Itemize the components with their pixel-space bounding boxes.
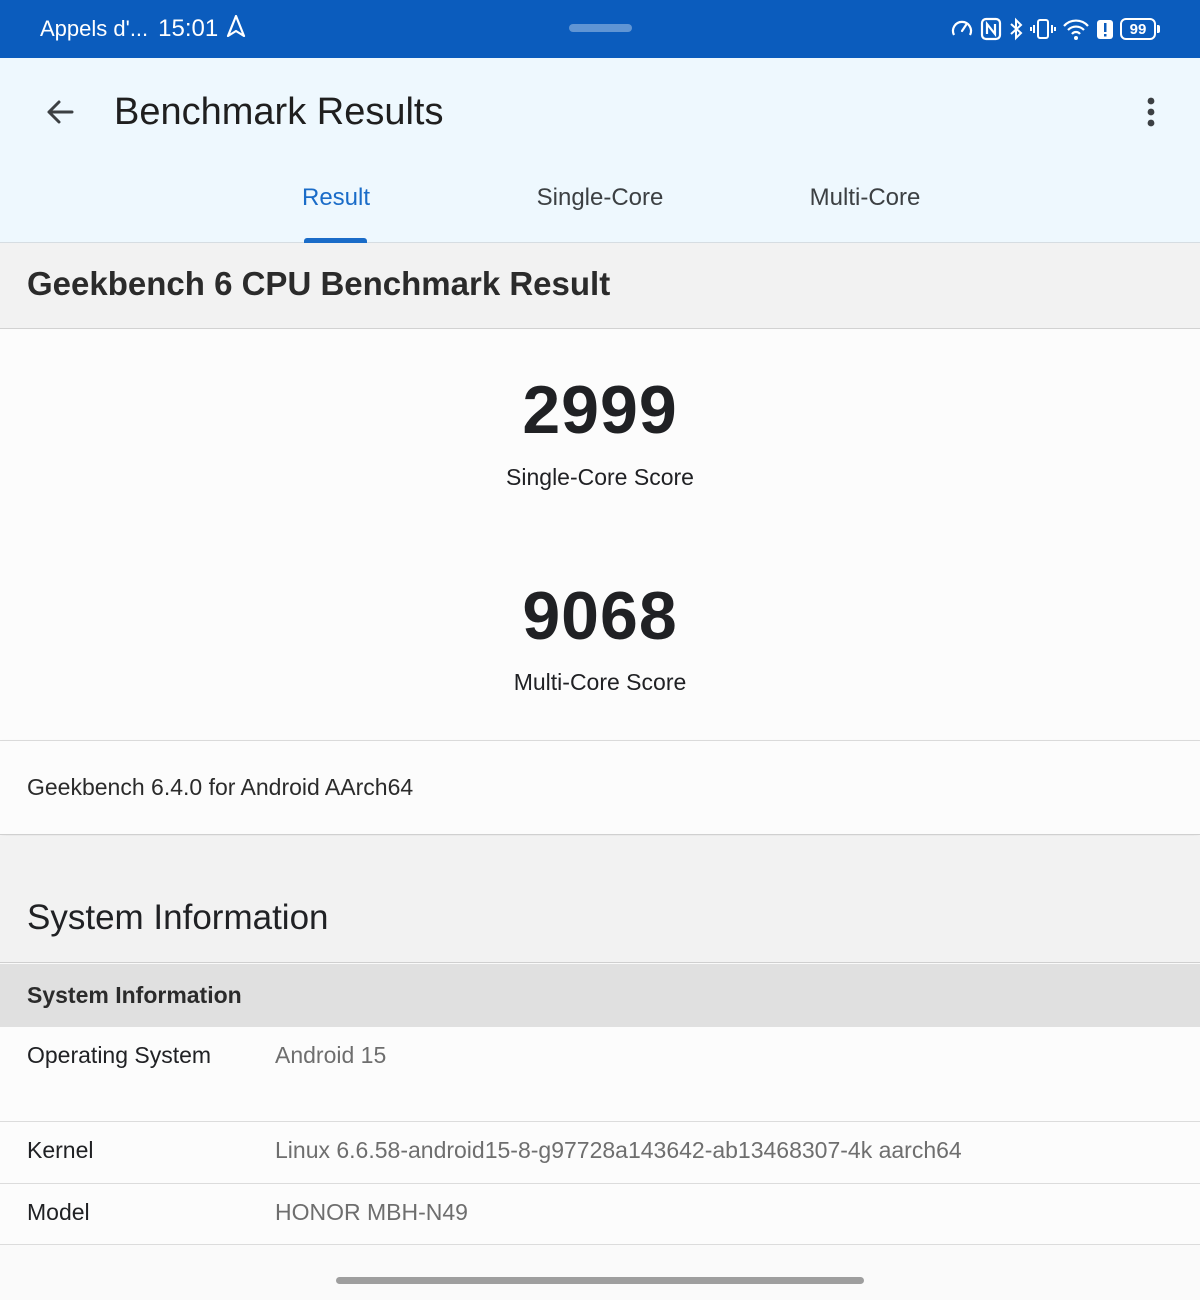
carrier-label: Appels d'... bbox=[40, 16, 149, 41]
info-row-model: Model HONOR MBH-N49 bbox=[0, 1184, 1200, 1245]
wifi-icon bbox=[1062, 17, 1090, 41]
info-value: HONOR MBH-N49 bbox=[275, 1199, 468, 1225]
info-row-operating-system: Operating System Android 15 bbox=[0, 1027, 1200, 1122]
bottom-area bbox=[0, 1245, 1200, 1300]
notch-pill bbox=[569, 24, 632, 32]
system-information-heading: System Information bbox=[27, 898, 329, 937]
result-heading: Geekbench 6 CPU Benchmark Result bbox=[27, 265, 611, 302]
battery-icon: 99 bbox=[1120, 18, 1160, 40]
result-section-header: Geekbench 6 CPU Benchmark Result bbox=[0, 243, 1200, 329]
system-information-subheader: System Information bbox=[0, 964, 1200, 1027]
multi-core-score-label: Multi-Core Score bbox=[513, 669, 687, 695]
vibrate-icon bbox=[1030, 17, 1056, 41]
version-text: Geekbench 6.4.0 for Android AArch64 bbox=[27, 774, 414, 800]
info-value: Linux 6.6.58-android15-8-g97728a143642-a… bbox=[275, 1137, 962, 1163]
bluetooth-icon bbox=[1008, 17, 1024, 41]
nfc-icon bbox=[980, 17, 1002, 41]
tab-single-core[interactable]: Single-Core bbox=[537, 184, 664, 224]
system-information-section: System Information bbox=[0, 836, 1200, 963]
status-bar: Appels d'... 15:01 99 bbox=[0, 0, 1200, 58]
info-key: Kernel bbox=[27, 1137, 94, 1163]
scores-card: 2999 Single-Core Score 9068 Multi-Core S… bbox=[0, 329, 1200, 741]
speedometer-icon bbox=[950, 17, 974, 41]
alert-icon bbox=[1096, 17, 1114, 41]
app-bar: Benchmark Results Result Single-Core Mul… bbox=[0, 58, 1200, 243]
clock: 15:01 bbox=[158, 15, 219, 42]
tab-multi-core[interactable]: Multi-Core bbox=[810, 184, 921, 224]
tab-result[interactable]: Result bbox=[302, 184, 370, 224]
status-left: Appels d'... 15:01 bbox=[40, 14, 246, 43]
home-indicator[interactable] bbox=[336, 1277, 864, 1284]
info-value: Android 15 bbox=[275, 1042, 387, 1068]
tab-bar: Result Single-Core Multi-Core bbox=[0, 58, 1200, 243]
battery-level: 99 bbox=[1120, 18, 1156, 40]
info-key: Operating System bbox=[27, 1042, 212, 1068]
info-row-kernel: Kernel Linux 6.6.58-android15-8-g97728a1… bbox=[0, 1122, 1200, 1184]
status-right: 99 bbox=[950, 17, 1160, 41]
system-information-subheading: System Information bbox=[27, 982, 242, 1008]
navigation-arrow-icon bbox=[226, 14, 246, 43]
single-core-score: 2999 bbox=[522, 372, 678, 448]
multi-core-score: 9068 bbox=[522, 578, 678, 654]
version-row: Geekbench 6.4.0 for Android AArch64 bbox=[0, 741, 1200, 835]
info-key: Model bbox=[27, 1199, 90, 1225]
single-core-score-label: Single-Core Score bbox=[506, 464, 694, 490]
